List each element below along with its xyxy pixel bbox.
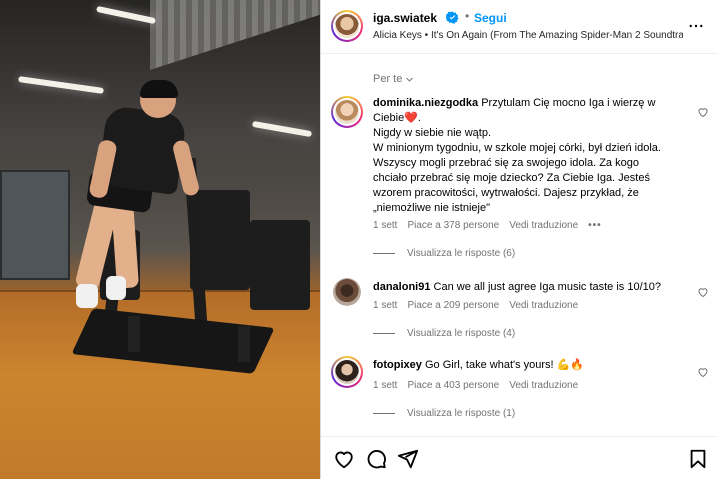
view-replies-button[interactable]: Visualizza le risposte (4) bbox=[373, 328, 515, 339]
comment-body: dominika.niezgodka Przytulam Cię mocno I… bbox=[373, 96, 663, 216]
post-details-panel: iga.swiatek • Segui Alicia Keys • It's O… bbox=[320, 0, 718, 479]
replies-divider bbox=[373, 412, 395, 414]
replies-divider bbox=[373, 332, 395, 334]
translate-link[interactable]: Vedi traduzione bbox=[509, 220, 578, 231]
sled-post bbox=[128, 316, 140, 352]
heart-icon[interactable] bbox=[697, 106, 709, 118]
comment-sort-dropdown[interactable]: Per te bbox=[373, 73, 414, 85]
comment-body: danaloni91 Can we all just agree Iga mus… bbox=[373, 280, 663, 295]
view-replies-button[interactable]: Visualizza le risposte (6) bbox=[373, 248, 515, 259]
gym-wall-window bbox=[0, 170, 70, 280]
follow-button[interactable]: Segui bbox=[474, 11, 507, 25]
commenter-avatar[interactable] bbox=[331, 356, 363, 388]
share-icon[interactable] bbox=[397, 448, 419, 470]
sled-post bbox=[238, 326, 250, 362]
comment-meta: 1 sett Piace a 209 persone Vedi traduzione bbox=[373, 300, 588, 311]
chevron-down-icon bbox=[405, 74, 414, 84]
translate-link[interactable]: Vedi traduzione bbox=[509, 380, 578, 391]
comment-body: fotopixey Go Girl, take what's yours! 💪🔥 bbox=[373, 358, 663, 373]
comment-likes[interactable]: Piace a 209 persone bbox=[407, 300, 499, 311]
comment-text: Przytulam Cię mocno Iga i wierzę w Ciebi… bbox=[373, 97, 661, 214]
sort-label: Per te bbox=[373, 73, 403, 85]
music-track[interactable]: Alicia Keys • It's On Again (From The Am… bbox=[373, 30, 683, 41]
comment-item: danaloni91 Can we all just agree Iga mus… bbox=[331, 278, 711, 342]
verified-badge-icon bbox=[446, 11, 459, 24]
comment-more-icon[interactable]: ••• bbox=[588, 220, 602, 231]
athlete-cap bbox=[140, 80, 178, 98]
comment-likes[interactable]: Piace a 403 persone bbox=[407, 380, 499, 391]
comment-item: dominika.niezgodka Przytulam Cię mocno I… bbox=[331, 96, 711, 266]
comment-icon[interactable] bbox=[365, 448, 387, 470]
comment-text: Can we all just agree Iga music taste is… bbox=[433, 281, 661, 293]
commenter-username[interactable]: dominika.niezgodka bbox=[373, 97, 478, 109]
heart-icon[interactable] bbox=[697, 366, 709, 378]
view-replies-label: Visualizza le risposte (4) bbox=[407, 328, 516, 339]
comment-likes[interactable]: Piace a 378 persone bbox=[407, 220, 499, 231]
athlete-shoe bbox=[106, 276, 126, 300]
commenter-avatar[interactable] bbox=[333, 278, 361, 306]
comment-time: 1 sett bbox=[373, 220, 398, 231]
translate-link[interactable]: Vedi traduzione bbox=[509, 300, 578, 311]
heart-icon[interactable] bbox=[697, 286, 709, 298]
commenter-avatar[interactable] bbox=[331, 96, 363, 128]
heart-icon[interactable] bbox=[333, 448, 355, 470]
athlete-shoe bbox=[76, 284, 98, 308]
author-avatar[interactable] bbox=[331, 10, 363, 42]
comment-time: 1 sett bbox=[373, 380, 398, 391]
post-action-bar bbox=[321, 436, 718, 479]
more-options-icon[interactable] bbox=[687, 17, 705, 35]
comment-item: fotopixey Go Girl, take what's yours! 💪🔥… bbox=[331, 356, 711, 420]
view-replies-label: Visualizza le risposte (6) bbox=[407, 248, 516, 259]
view-replies-button[interactable]: Visualizza le risposte (1) bbox=[373, 408, 515, 419]
author-username[interactable]: iga.swiatek bbox=[373, 11, 437, 25]
view-replies-label: Visualizza le risposte (1) bbox=[407, 408, 516, 419]
comment-time: 1 sett bbox=[373, 300, 398, 311]
comment-text: Go Girl, take what's yours! 💪🔥 bbox=[424, 359, 585, 371]
post-video[interactable] bbox=[0, 0, 320, 479]
separator-dot: • bbox=[465, 9, 470, 23]
post-header: iga.swiatek • Segui Alicia Keys • It's O… bbox=[321, 0, 718, 54]
commenter-username[interactable]: danaloni91 bbox=[373, 281, 430, 293]
comment-meta: 1 sett Piace a 378 persone Vedi traduzione… bbox=[373, 220, 612, 231]
replies-divider bbox=[373, 252, 395, 254]
bookmark-icon[interactable] bbox=[687, 448, 709, 470]
comment-meta: 1 sett Piace a 403 persone Vedi traduzione bbox=[373, 380, 588, 391]
gym-machine bbox=[250, 220, 310, 310]
commenter-username[interactable]: fotopixey bbox=[373, 359, 422, 371]
